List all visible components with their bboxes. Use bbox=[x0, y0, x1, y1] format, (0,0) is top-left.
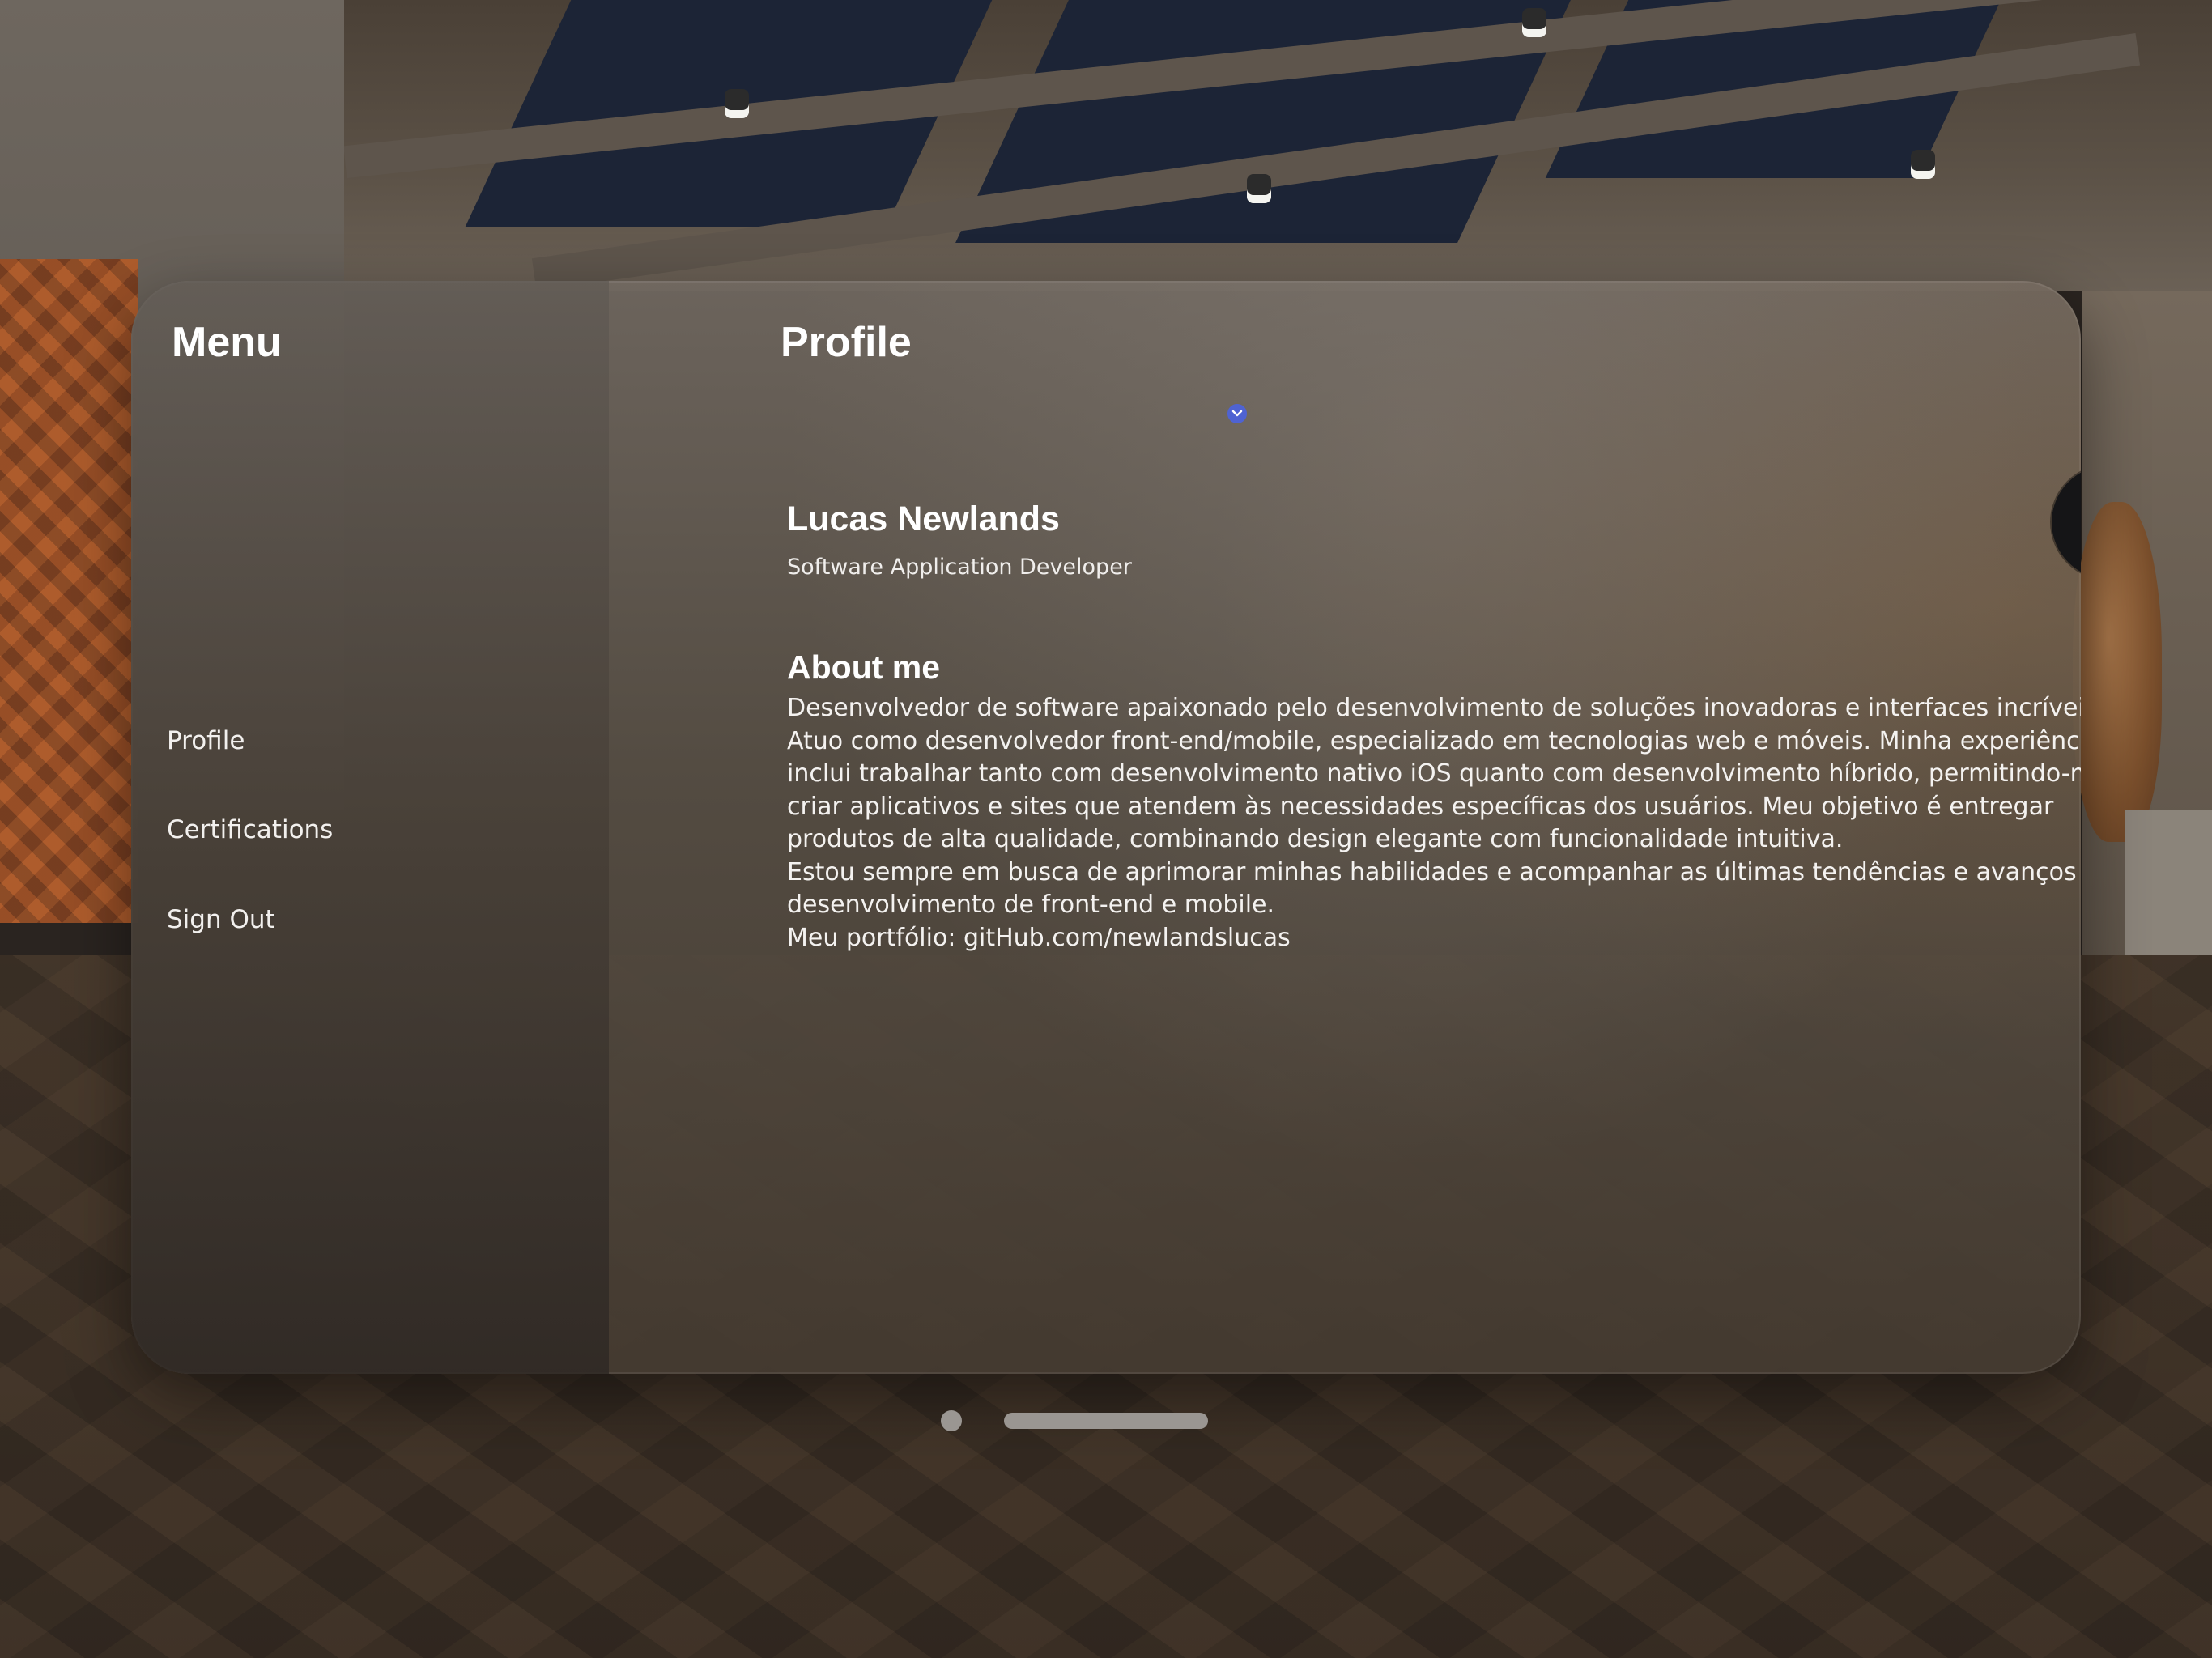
app-window: Menu Profile Certifications Sign Out Pro… bbox=[131, 281, 2081, 1374]
profile-name: Lucas Newlands bbox=[787, 500, 1060, 538]
sidebar-item-sign-out[interactable]: Sign Out bbox=[167, 887, 572, 952]
sidebar: Menu Profile Certifications Sign Out bbox=[131, 281, 609, 1374]
main-content: Profile Lucas Newlands Software Applicat… bbox=[609, 281, 2081, 1374]
pedestal bbox=[2125, 810, 2212, 955]
spotlight bbox=[1247, 174, 1271, 203]
sidebar-title: Menu bbox=[172, 319, 282, 366]
tapestry-artwork bbox=[0, 259, 138, 923]
window-grab-bar[interactable] bbox=[1004, 1413, 1208, 1429]
chevron-down-icon[interactable] bbox=[1227, 404, 1247, 423]
sidebar-item-certifications[interactable]: Certifications bbox=[167, 797, 572, 862]
about-line: produtos de alta qualidade, combinando d… bbox=[787, 825, 1844, 853]
vase-artwork bbox=[2073, 502, 2162, 842]
spotlight bbox=[1522, 8, 1546, 37]
about-heading: About me bbox=[787, 648, 941, 686]
avatar bbox=[2052, 466, 2081, 579]
about-line: Desenvolvedor de software apaixonado pel… bbox=[787, 694, 2081, 722]
spotlight bbox=[725, 89, 749, 118]
page-title: Profile bbox=[781, 319, 912, 366]
about-line: Estou sempre em busca de aprimorar minha… bbox=[787, 857, 2081, 886]
profile-photo bbox=[2052, 472, 2081, 572]
about-text: Desenvolvedor de software apaixonado pel… bbox=[787, 692, 2081, 954]
about-line: criar aplicativos e sites que atendem às… bbox=[787, 792, 2054, 821]
about-line: desenvolvimento de front-end e mobile. bbox=[787, 891, 1275, 919]
chevron-down-glyph bbox=[1231, 410, 1243, 417]
profile-job-title: Software Application Developer bbox=[787, 555, 1132, 580]
sidebar-item-profile[interactable]: Profile bbox=[167, 708, 572, 773]
about-line: inclui trabalhar tanto com desenvolvimen… bbox=[787, 759, 2081, 788]
about-line: Atuo como desenvolvedor front-end/mobile… bbox=[787, 726, 2081, 755]
portfolio-link[interactable]: Meu portfólio: gitHub.com/newlandslucas bbox=[787, 922, 2081, 955]
spotlight bbox=[1911, 150, 1935, 179]
window-close-dot[interactable] bbox=[941, 1410, 962, 1431]
